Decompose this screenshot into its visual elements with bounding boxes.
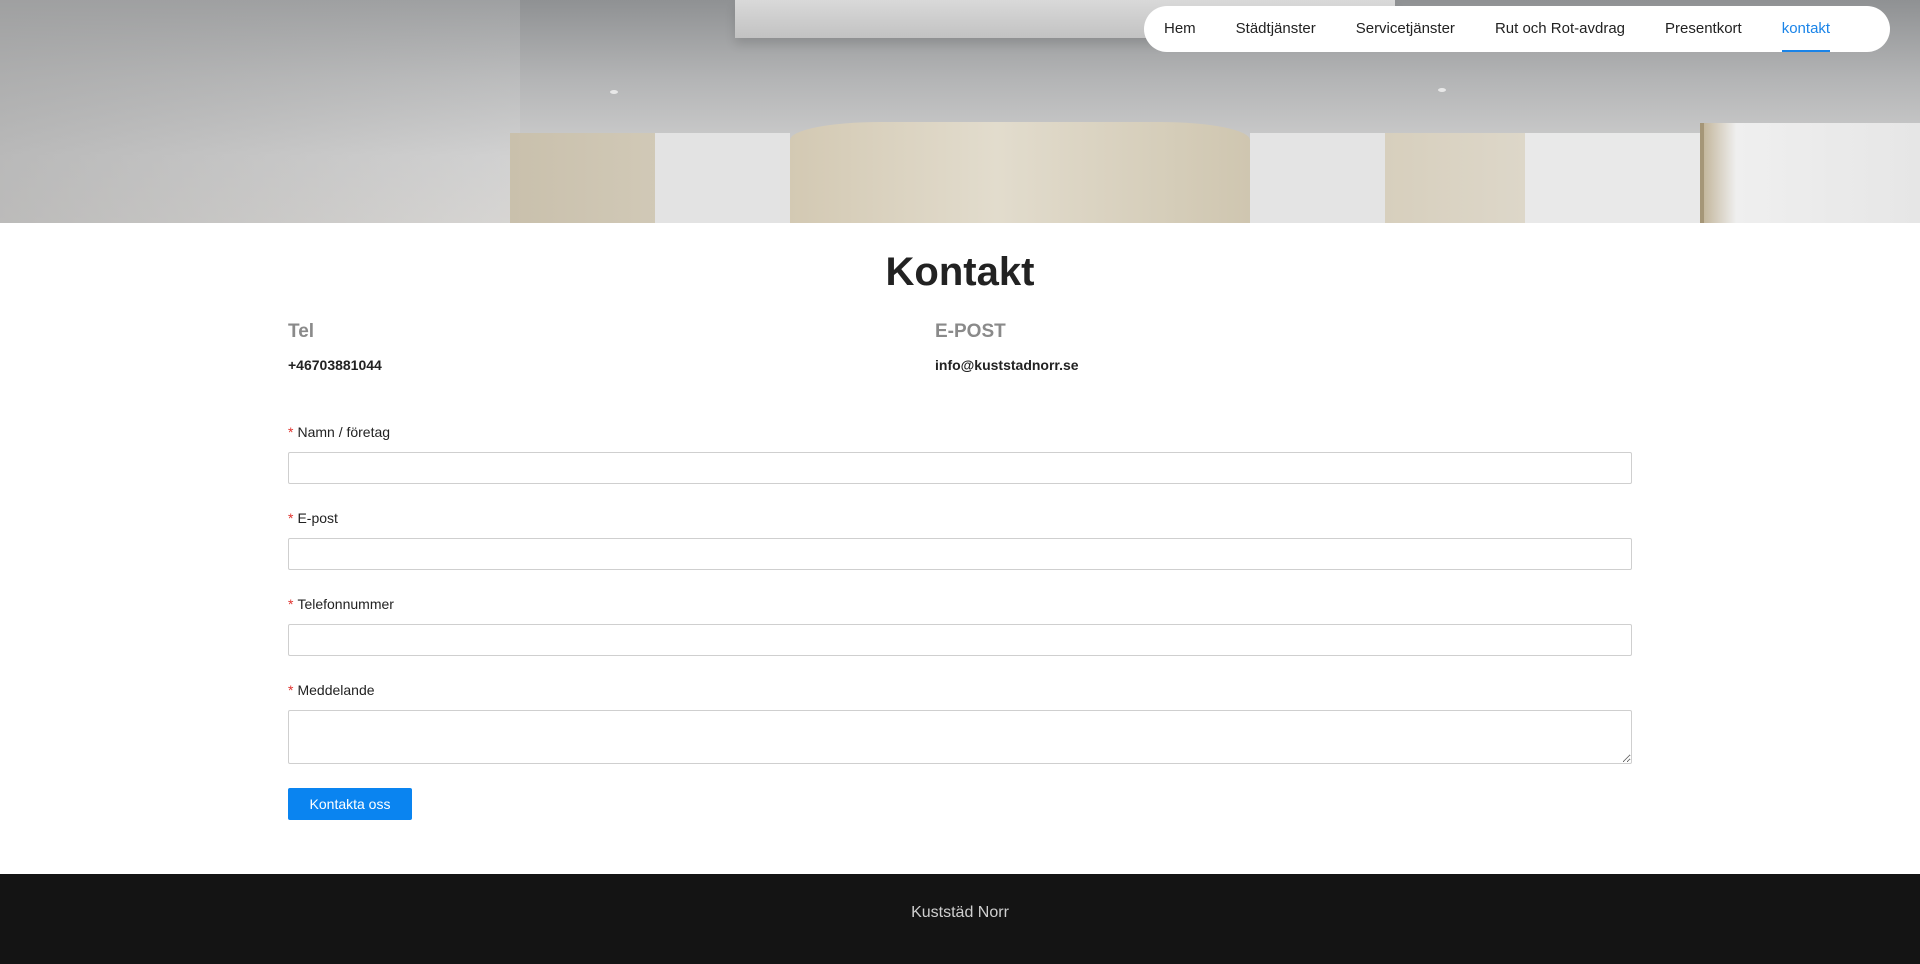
phone-label: Tel	[288, 321, 315, 342]
footer: Kuststäd Norr	[0, 874, 1920, 964]
page-title: Kontakt	[885, 250, 1035, 294]
name-field-label: * Namn / företag	[288, 424, 390, 440]
hero-ceiling-light	[610, 90, 618, 94]
required-marker: *	[288, 424, 294, 440]
footer-text: Kuststäd Norr	[911, 904, 1009, 921]
message-textarea[interactable]	[288, 710, 1632, 764]
phone-value[interactable]: +46703881044	[288, 357, 382, 373]
required-marker: *	[288, 510, 294, 526]
phone-field-label: * Telefonnummer	[288, 596, 394, 612]
required-marker: *	[288, 596, 294, 612]
nav-item-kontakt[interactable]: kontakt	[1781, 6, 1831, 52]
hero-glass-door	[1700, 123, 1920, 223]
required-marker: *	[288, 682, 294, 698]
hero-wall-shade	[0, 0, 520, 223]
email-label: E-POST	[935, 321, 1006, 342]
main-nav: Hem Städtjänster Servicetjänster Rut och…	[1144, 6, 1890, 52]
name-input[interactable]	[288, 452, 1632, 484]
message-field-label-text: Meddelande	[297, 682, 375, 698]
submit-button[interactable]: Kontakta oss	[288, 788, 412, 820]
phone-field-label-text: Telefonnummer	[297, 596, 394, 612]
email-field-label: * E-post	[288, 510, 338, 526]
nav-item-servicetjanster[interactable]: Servicetjänster	[1356, 6, 1455, 52]
nav-item-hem[interactable]: Hem	[1164, 6, 1196, 52]
nav-item-stadtjanster[interactable]: Städtjänster	[1236, 6, 1316, 52]
email-field-label-text: E-post	[297, 510, 338, 526]
email-input[interactable]	[288, 538, 1632, 570]
hero-window	[655, 133, 790, 223]
hero-wall-right	[1385, 133, 1525, 223]
hero-window	[1525, 133, 1725, 223]
name-field-label-text: Namn / företag	[297, 424, 391, 440]
nav-item-presentkort[interactable]: Presentkort	[1665, 6, 1742, 52]
hero-window	[1250, 133, 1385, 223]
hero-pillar	[790, 122, 1250, 223]
email-value[interactable]: info@kuststadnorr.se	[935, 357, 1079, 373]
phone-input[interactable]	[288, 624, 1632, 656]
nav-item-rut-rot[interactable]: Rut och Rot-avdrag	[1495, 6, 1625, 52]
message-field-label: * Meddelande	[288, 682, 375, 698]
hero-ceiling-light	[1438, 88, 1446, 92]
